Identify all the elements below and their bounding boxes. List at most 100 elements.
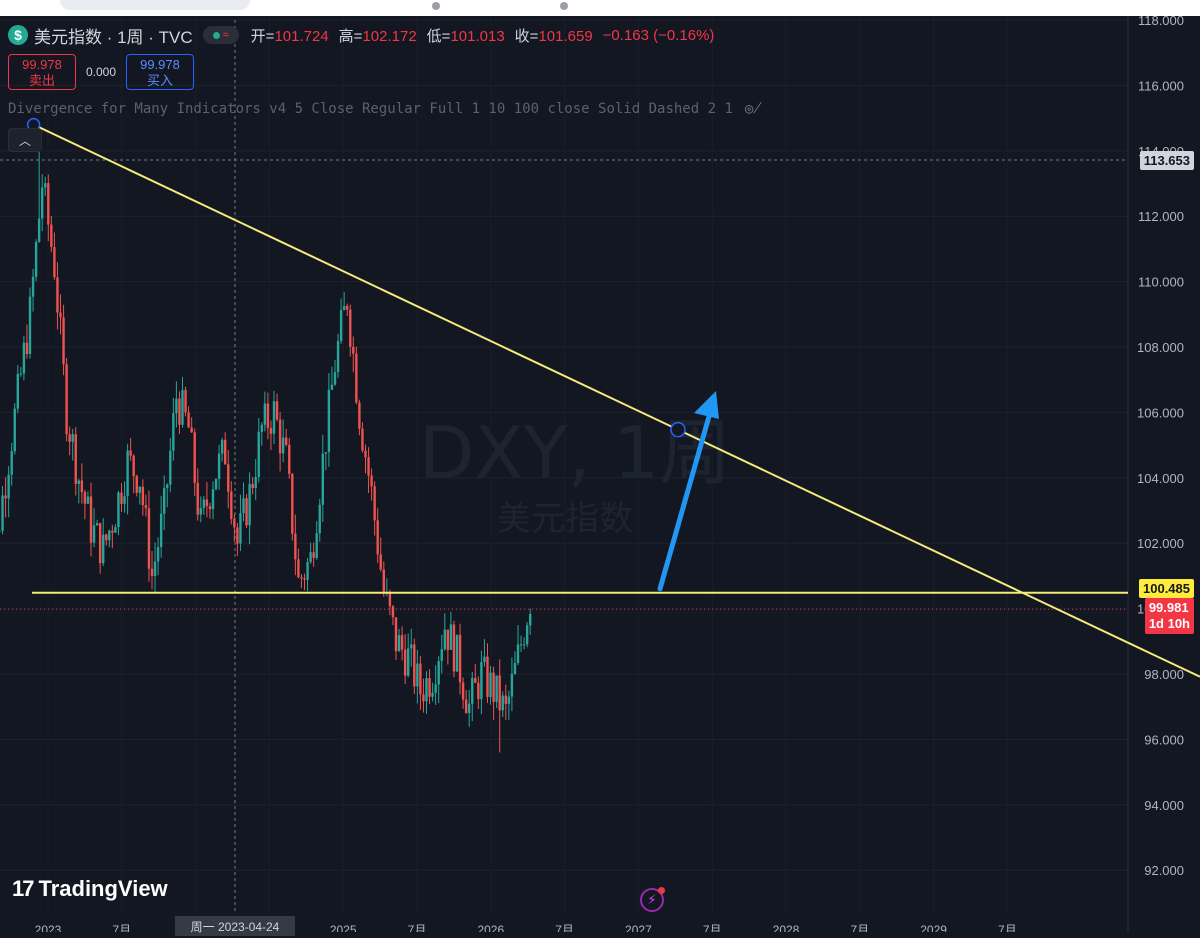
tradingview-logo-text: TradingView [38,876,168,901]
candle-body [175,398,178,414]
candle-body [126,450,129,497]
watermark-symbol: DXY, 1周 [419,411,731,495]
last-price-value: 99.981 [1148,600,1189,615]
candle-body [7,474,10,499]
candle-body [53,247,56,278]
candle-body [123,496,126,504]
low-label: 低= [426,27,451,45]
candle-body [89,496,93,543]
candle-body [10,451,13,475]
candle-body [86,496,90,504]
price-tick-label: 112.000 [1138,209,1184,224]
candle-body [440,649,443,662]
candle-body [41,187,44,219]
candle-body [163,488,166,514]
price-tick-label: 110.000 [1138,275,1184,290]
candle-body [355,353,358,403]
candle-body [227,464,230,492]
candle-body [169,450,172,485]
collapse-legend-button[interactable]: ︿ [8,128,42,152]
candle-body [461,682,465,700]
candle-body [202,499,206,509]
tradingview-logo[interactable]: 17 TradingView [12,876,168,902]
candle-body [135,476,138,493]
market-status-chip[interactable]: ≈ [202,26,239,44]
buy-price: 99.978 [140,57,180,72]
candle-body [224,439,227,465]
candle-body [346,305,349,310]
price-chart[interactable]: 118.000116.000114.000112.000110.000108.0… [0,0,1200,932]
candle-body [306,562,309,580]
time-tick-label: 2028 [773,923,800,932]
buy-button[interactable]: 99.978 买入 [126,54,194,90]
candle-body [147,508,151,569]
candle-body [263,403,267,425]
delay-icon: ≈ [222,29,229,41]
price-tick-label: 104.000 [1137,471,1184,486]
eye-hidden-icon[interactable]: ◎̸ [745,101,762,117]
candle-body [138,486,141,493]
candle-body [501,695,504,711]
candle-body [102,534,105,564]
candle-body [391,606,395,618]
time-tick-label: 2025 [330,923,357,932]
time-tick-label: 7月 [850,923,869,932]
candle-body [248,483,251,526]
candle-body [217,453,221,480]
candle-body [370,475,373,487]
candle-body [324,452,328,454]
dollar-icon: $ [8,25,28,45]
candle-body [117,492,120,528]
high-value: 102.172 [362,27,417,45]
last-price-label: 99.981 1d 10h [1144,598,1194,634]
price-tick-label: 96.000 [1144,732,1184,747]
candle-body [297,559,300,578]
sell-button[interactable]: 99.978 卖出 [8,54,76,90]
lightning-button[interactable]: ⚡ [640,887,665,912]
close-label: 收= [514,27,539,45]
candle-body [397,635,401,652]
trendline-anchor-handle[interactable] [670,421,686,438]
watermark-name: 美元指数 [497,499,633,539]
support-price-label: 100.485 [1139,579,1194,598]
candle-body [474,677,477,683]
high-label: 高= [338,27,363,45]
indicator-legend[interactable]: Divergence for Many Indicators v4 5 Clos… [8,101,762,117]
candle-body [446,629,450,650]
time-tick-label: 7月 [703,923,722,932]
open-value: 101.724 [274,27,329,45]
candle-body [4,495,7,499]
candle-body [407,648,410,676]
candle-body [285,437,288,445]
candle-body [434,684,437,693]
chevron-up-icon: ︿ [18,133,31,148]
candle-body [184,389,187,413]
candle-body [400,635,404,650]
candle-body [141,486,145,506]
time-tick-label: 7月 [555,923,574,932]
candle-body [83,492,87,504]
candle-body [1,495,4,531]
candle-body [367,457,370,476]
candle-body [291,473,294,534]
trade-panel: 99.978 卖出 0.000 99.978 买入 [8,54,194,90]
candle-body [495,675,498,702]
candle-body [80,480,84,493]
candle-body [489,672,492,698]
price-tick-label: 108.000 [1137,340,1184,355]
candle-body [266,403,270,429]
candle-body [193,432,196,483]
candle-body [382,569,385,593]
candle-body [471,677,474,704]
candle-body [172,413,175,451]
crosshair-date-label: 周一 2023-04-24 [175,916,295,936]
candle-body [321,453,324,505]
candle-body [111,530,114,533]
symbol-title[interactable]: 美元指数 · 1周 · TVC [34,23,193,48]
resistance-trendline[interactable] [33,123,1200,678]
time-tick-label: 2027 [625,923,652,932]
candle-body [452,624,456,672]
candle-body [239,513,242,544]
candle-body [211,489,215,510]
open-label: 开= [250,27,275,45]
